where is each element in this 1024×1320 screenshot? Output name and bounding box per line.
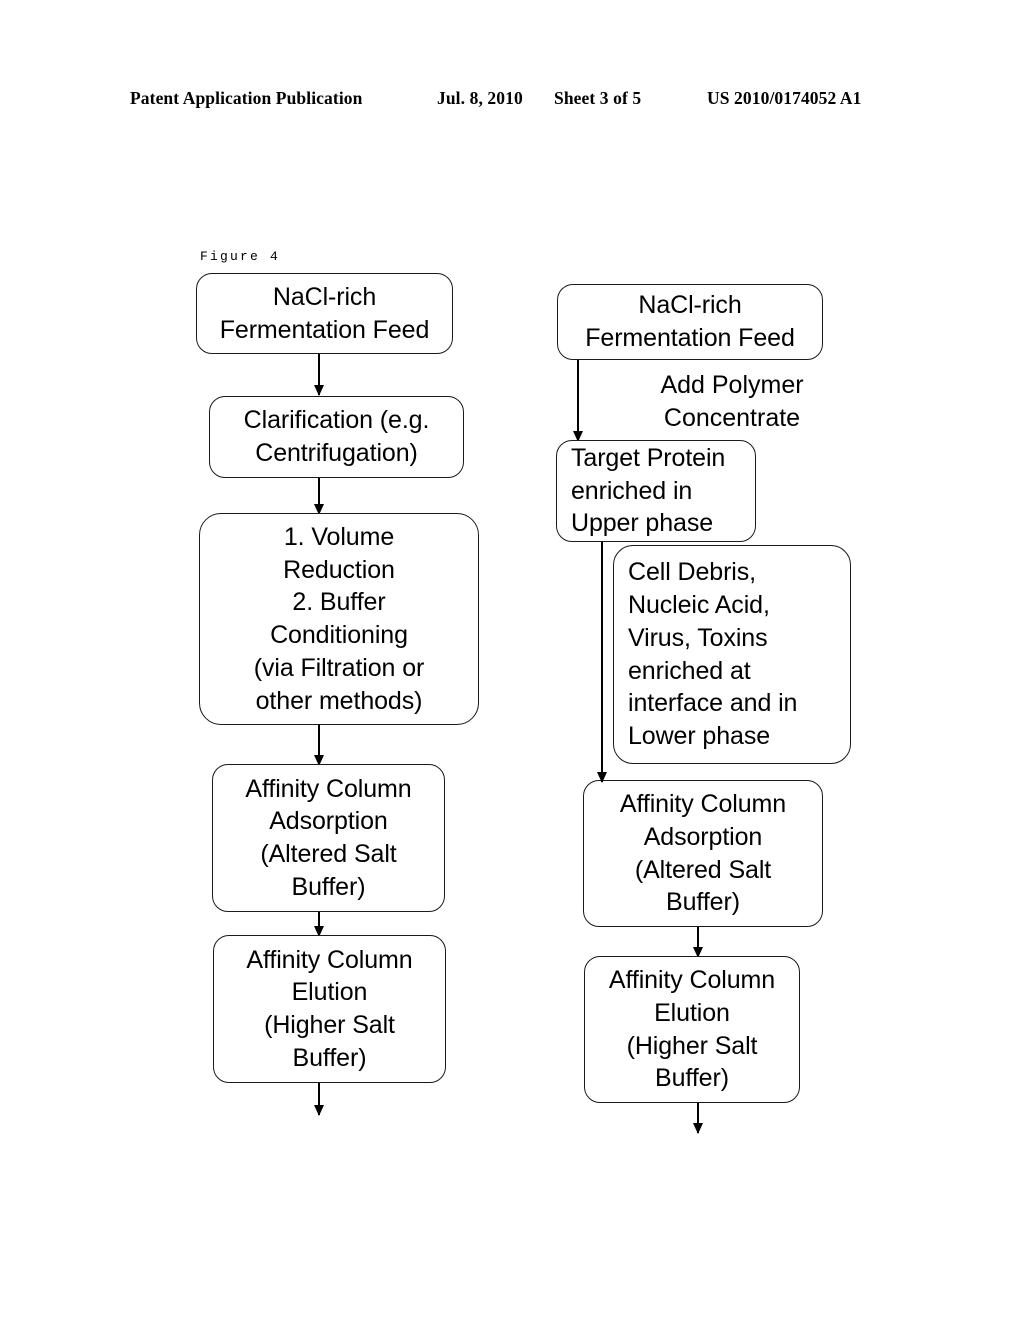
connector-left-elution-output xyxy=(313,1083,325,1116)
connector-left-volume-to-adsorption xyxy=(313,725,325,766)
connector-left-adsorption-to-elution xyxy=(313,912,325,937)
connector-right-feed-to-target xyxy=(572,360,584,442)
connector-right-target-to-adsorption xyxy=(596,542,608,783)
patent-header: Patent Application Publication Jul. 8, 2… xyxy=(0,88,1024,114)
flow-node-left-clarification: Clarification (e.g. Centrifugation) xyxy=(209,396,464,478)
connector-left-feed-to-clarification xyxy=(313,354,325,396)
flow-node-left-elution: Affinity Column Elution (Higher Salt Buf… xyxy=(213,935,446,1083)
header-document-number: US 2010/0174052 A1 xyxy=(707,88,862,108)
flow-node-right-adsorption: Affinity Column Adsorption (Altered Salt… xyxy=(583,780,823,927)
flow-node-right-target-protein: Target Protein enriched in Upper phase xyxy=(556,440,756,542)
figure-caption: Figure 4 xyxy=(200,249,281,264)
flow-node-right-feed: NaCl-rich Fermentation Feed xyxy=(557,284,823,360)
flow-node-left-volume-buffer: 1. Volume Reduction 2. Buffer Conditioni… xyxy=(199,513,479,725)
flow-node-right-cell-debris: Cell Debris, Nucleic Acid, Virus, Toxins… xyxy=(613,545,851,764)
flow-node-left-adsorption: Affinity Column Adsorption (Altered Salt… xyxy=(212,764,445,912)
header-publication-date: Jul. 8, 2010 xyxy=(437,88,523,108)
patent-page: Patent Application Publication Jul. 8, 2… xyxy=(0,0,1024,1320)
header-publication-title: Patent Application Publication xyxy=(130,88,363,108)
header-sheet-number: Sheet 3 of 5 xyxy=(554,88,642,108)
connector-right-elution-output xyxy=(692,1103,704,1134)
flow-node-left-feed: NaCl-rich Fermentation Feed xyxy=(196,273,453,354)
flow-node-right-elution: Affinity Column Elution (Higher Salt Buf… xyxy=(584,956,800,1103)
connector-right-adsorption-to-elution xyxy=(692,927,704,958)
annotation-add-polymer-concentrate: Add Polymer Concentrate xyxy=(660,371,804,432)
connector-left-clarification-to-volume xyxy=(313,478,325,515)
